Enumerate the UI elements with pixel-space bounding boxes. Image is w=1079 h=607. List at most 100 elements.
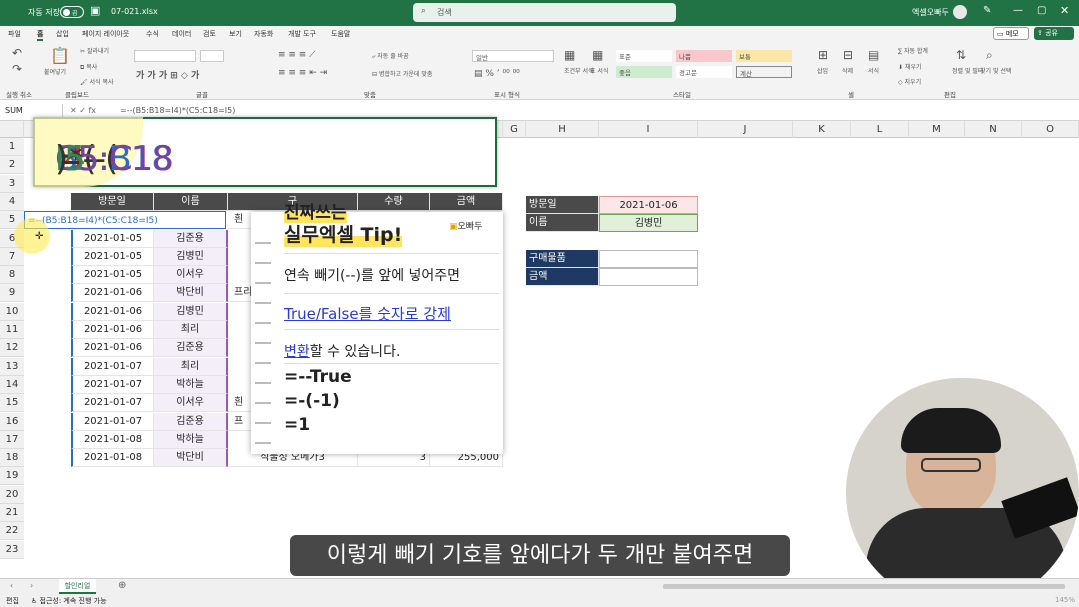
cell-date-row-10[interactable]: 2021-01-06: [71, 302, 154, 321]
row-header-11[interactable]: 11: [0, 321, 24, 339]
row-header-2[interactable]: 2: [0, 156, 24, 175]
lookup-amount-value[interactable]: [599, 268, 698, 286]
sheet-tab-active[interactable]: 할인리얼: [59, 579, 96, 594]
cell-date-row-13[interactable]: 2021-01-07: [71, 357, 154, 376]
cell-date-row-9[interactable]: 2021-01-06: [71, 284, 154, 303]
accessibility-status[interactable]: ♿ 접근성: 계속 진행 가능: [31, 596, 107, 606]
number-format-select[interactable]: 일반: [472, 50, 554, 62]
close-icon[interactable]: ✕: [1060, 4, 1069, 17]
cell-date-row-18[interactable]: 2021-01-08: [71, 449, 154, 468]
font-name-select[interactable]: [134, 50, 196, 62]
tab-view[interactable]: 보기: [229, 29, 242, 39]
cell-name-row-16[interactable]: 김준용: [154, 412, 228, 431]
cell-name-row-12[interactable]: 김준용: [154, 339, 228, 358]
find-select-icon[interactable]: ⌕: [986, 48, 993, 63]
tab-home[interactable]: 홈: [37, 29, 44, 41]
wrap-text-button[interactable]: ⤶ 자동 줄 바꿈: [372, 51, 409, 61]
insert-cells-icon[interactable]: ⊞: [818, 48, 828, 62]
tab-help[interactable]: 도움말: [331, 29, 350, 39]
row-header-9[interactable]: 9: [0, 284, 24, 303]
row-header-12[interactable]: 12: [0, 339, 24, 358]
lookup-product-label[interactable]: 구매물품: [526, 250, 599, 268]
cell-b5-formula[interactable]: =--(B5:B18=I4)*(C5:C18=I5): [24, 211, 226, 230]
cell-name-row-13[interactable]: 최리: [154, 357, 228, 376]
cell-date-row-6[interactable]: 2021-01-05: [71, 229, 154, 248]
memo-button[interactable]: ▭ 메모: [993, 27, 1029, 40]
tab-developer[interactable]: 개발 도구: [288, 29, 316, 39]
row-header-4[interactable]: 4: [0, 192, 24, 211]
find-select-button[interactable]: 찾기 및 선택: [980, 66, 1011, 75]
next-sheet-icon[interactable]: ›: [30, 581, 33, 590]
prev-sheet-icon[interactable]: ‹: [10, 581, 13, 590]
col-header-m[interactable]: M: [909, 121, 965, 138]
format-table-icon[interactable]: ▦: [592, 48, 603, 62]
row-header-20[interactable]: 20: [0, 485, 24, 504]
search-box[interactable]: ⌕ 검색: [413, 3, 676, 22]
tab-formulas[interactable]: 수식: [146, 29, 159, 39]
row-header-19[interactable]: 19: [0, 467, 24, 486]
cell-name-row-7[interactable]: 김병민: [154, 247, 228, 266]
lookup-name-label[interactable]: 이름: [526, 214, 599, 232]
percent-icon[interactable]: ▤ % ʼ ⁰⁰ ⁰⁰: [474, 69, 520, 79]
sort-filter-icon[interactable]: ⇅: [956, 48, 966, 62]
lookup-date-label[interactable]: 방문일: [526, 196, 599, 214]
pen-icon[interactable]: ✎: [983, 5, 991, 16]
undo-icon[interactable]: ↶: [12, 46, 22, 60]
style-warning[interactable]: 경고문: [676, 66, 732, 78]
save-icon[interactable]: ▣: [90, 4, 100, 17]
avatar[interactable]: [953, 5, 967, 19]
autosave-toggle[interactable]: 끔: [60, 6, 84, 18]
cell-date-row-14[interactable]: 2021-01-07: [71, 375, 154, 394]
formula-input[interactable]: =--(B5:B18=I4)*(C5:C18=I5): [120, 106, 235, 115]
col-header-k[interactable]: K: [793, 121, 851, 138]
cell-product-row-15[interactable]: 흰: [228, 394, 252, 413]
col-header-l[interactable]: L: [851, 121, 909, 138]
row-header-13[interactable]: 13: [0, 357, 24, 376]
header-visit-date[interactable]: 방문일: [71, 192, 154, 211]
font-size-select[interactable]: [200, 50, 224, 62]
tab-page-layout[interactable]: 페이지 레이아웃: [82, 29, 129, 39]
paste-button[interactable]: 붙여넣기: [44, 67, 66, 76]
cell-name-row-8[interactable]: 이서우: [154, 266, 228, 285]
cell-date-row-8[interactable]: 2021-01-05: [71, 266, 154, 285]
minimize-icon[interactable]: —: [1013, 5, 1023, 16]
bold-icon[interactable]: 가 가 가 ⊞ ◇ 가: [136, 68, 199, 81]
tab-automate[interactable]: 자동화: [254, 29, 273, 39]
delete-cells-icon[interactable]: ⊟: [843, 48, 853, 62]
merge-center-button[interactable]: ⊟ 병합하고 가운데 맞춤: [372, 69, 432, 78]
cell-name-row-18[interactable]: 박단비: [154, 449, 228, 468]
cell-date-row-15[interactable]: 2021-01-07: [71, 394, 154, 413]
cut-button[interactable]: ✂ 잘라내기: [80, 46, 109, 55]
horizontal-scrollbar[interactable]: [663, 584, 1065, 589]
row-header-1[interactable]: 1: [0, 138, 24, 156]
format-painter-button[interactable]: 🖌 서식 복사: [80, 77, 114, 86]
row-header-17[interactable]: 17: [0, 430, 24, 449]
add-sheet-icon[interactable]: ⊕: [118, 580, 126, 591]
cell-name-row-6[interactable]: 김준용: [154, 229, 228, 248]
header-name[interactable]: 이름: [154, 192, 228, 211]
col-header-h[interactable]: H: [526, 121, 599, 138]
align-left-icon[interactable]: ≡ ≡ ≡ ⇤ ⇥: [278, 68, 327, 78]
cell-name-row-11[interactable]: 최리: [154, 321, 228, 339]
maximize-icon[interactable]: ▢: [1037, 5, 1046, 16]
zoom-level[interactable]: 145%: [1055, 596, 1075, 604]
style-neutral[interactable]: 보통: [736, 50, 792, 62]
clear-button[interactable]: ◇ 지우기: [898, 77, 921, 86]
row-header-15[interactable]: 15: [0, 394, 24, 413]
row-header-14[interactable]: 14: [0, 375, 24, 394]
row-header-10[interactable]: 10: [0, 302, 24, 321]
fill-button[interactable]: ⬇ 채우기: [898, 62, 922, 71]
tab-review[interactable]: 검토: [203, 29, 216, 39]
redo-icon[interactable]: ↷: [12, 62, 22, 76]
row-header-22[interactable]: 22: [0, 522, 24, 541]
conditional-format-icon[interactable]: ▦: [564, 48, 575, 62]
fx-icon[interactable]: ✕ ✓ fx: [70, 106, 96, 115]
tab-data[interactable]: 데이터: [172, 29, 191, 39]
cell-name-row-15[interactable]: 이서우: [154, 394, 228, 413]
select-all[interactable]: [0, 121, 24, 138]
row-header-21[interactable]: 21: [0, 504, 24, 522]
cell-date-row-7[interactable]: 2021-01-05: [71, 247, 154, 266]
style-good[interactable]: 좋음: [616, 66, 672, 78]
format-cells-icon[interactable]: ▤: [868, 48, 879, 62]
sort-filter-button[interactable]: 정렬 및 필터: [952, 66, 983, 75]
